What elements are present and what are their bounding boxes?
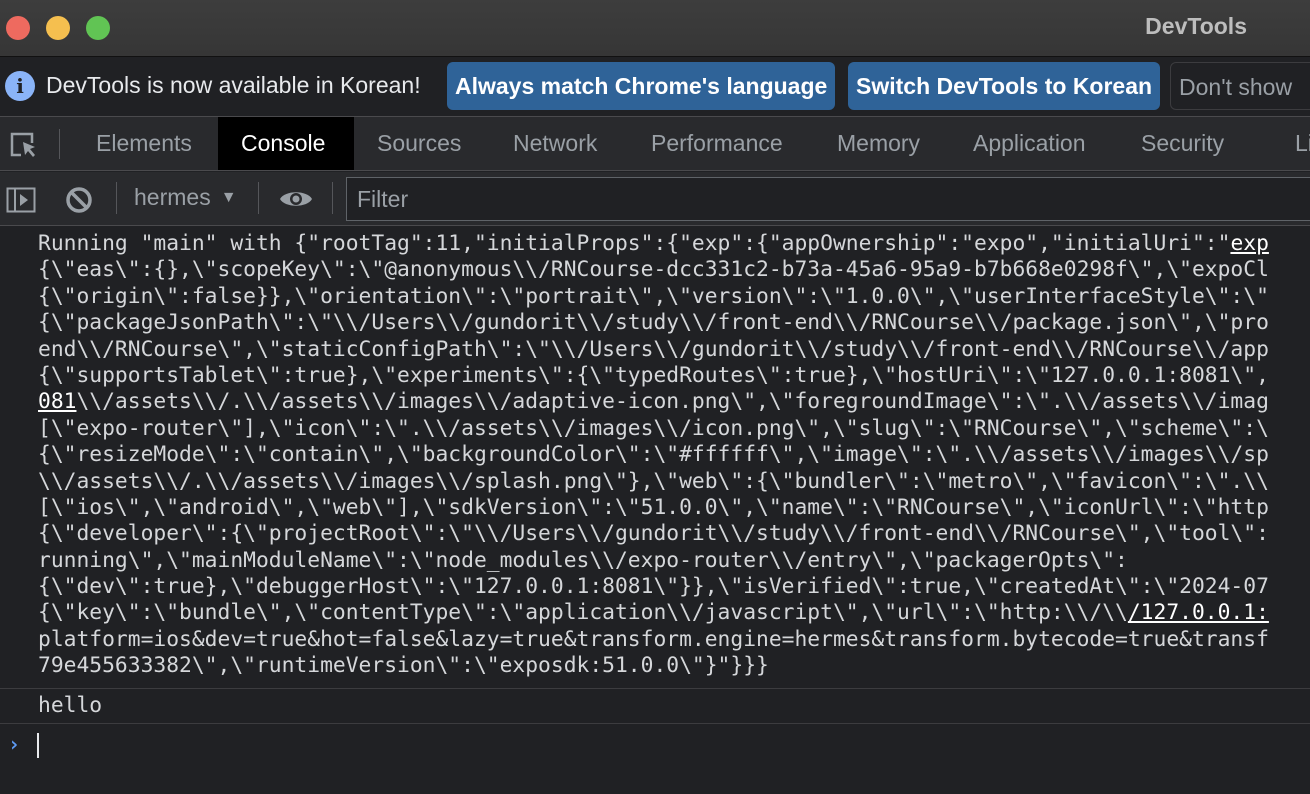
console-link[interactable]: /127.0.0.1:: [1128, 600, 1269, 625]
console-line: {\"resizeMode\":\"contain\",\"background…: [0, 442, 1310, 468]
tab-console[interactable]: Console: [218, 117, 354, 170]
console-text: 79e455633382\",\"runtimeVersion\":\"expo…: [38, 653, 769, 679]
console-message: hello: [0, 689, 1310, 724]
divider: [332, 182, 333, 214]
panel-tabs: Elements Console Sources Network Perform…: [0, 117, 1310, 171]
console-line: {\"dev\":true},\"debuggerHost\":\"127.0.…: [0, 574, 1310, 600]
console-text: \\/assets\\/.\\/assets\\/images\\/splash…: [38, 468, 1269, 494]
console-line: 79e455633382\",\"runtimeVersion\":\"expo…: [0, 653, 1310, 679]
console-line: platform=ios&dev=true&hot=false&lazy=tru…: [0, 627, 1310, 653]
console-line: {\"key\":\"bundle\",\"contentType\":\"ap…: [0, 600, 1310, 626]
chevron-right-icon: ›: [8, 732, 21, 756]
show-sidebar-icon[interactable]: [6, 187, 36, 213]
console-line: {\"supportsTablet\":true},\"experiments\…: [0, 363, 1310, 389]
console-text: {\"origin\":false}},\"orientation\":\"po…: [38, 283, 1269, 309]
console-text: running\",\"mainModuleName\":\"node_modu…: [38, 547, 1128, 573]
inspect-element-icon[interactable]: [9, 131, 39, 159]
console-text: {\"resizeMode\":\"contain\",\"background…: [38, 442, 1269, 468]
title-bar: DevTools: [0, 0, 1310, 57]
console-input[interactable]: [37, 733, 39, 758]
tab-security[interactable]: Security: [1141, 117, 1224, 170]
console-text: {\"supportsTablet\":true},\"experiments\…: [38, 362, 1269, 388]
tab-network[interactable]: Network: [513, 117, 597, 170]
infobar-message: DevTools is now available in Korean!: [46, 72, 421, 98]
tab-sources[interactable]: Sources: [377, 117, 461, 170]
console-line: end\\/RNCourse\",\"staticConfigPath\":\"…: [0, 337, 1310, 363]
window-title: DevTools: [1145, 13, 1247, 39]
console-line: \\/assets\\/.\\/assets\\/images\\/splash…: [0, 469, 1310, 495]
console-line: [\"ios\",\"android\",\"web\"],\"sdkVersi…: [0, 495, 1310, 521]
switch-to-korean-button[interactable]: Switch DevTools to Korean: [848, 62, 1161, 110]
console-line: 081\\/assets\\/.\\/assets\\/images\\/ada…: [0, 389, 1310, 415]
console-output: Running "main" with {"rootTag":11,"initi…: [0, 226, 1310, 794]
console-text: {\"dev\":true},\"debuggerHost\":\"127.0.…: [38, 574, 1269, 600]
minimize-window-button[interactable]: [46, 16, 70, 40]
console-line: [\"expo-router\"],\"icon\":\".\\/assets\…: [0, 416, 1310, 442]
console-text: [\"ios\",\"android\",\"web\"],\"sdkVersi…: [38, 494, 1269, 520]
close-window-button[interactable]: [6, 16, 30, 40]
console-text: \\/assets\\/.\\/assets\\/images\\/adapti…: [76, 389, 1269, 415]
console-toolbar: hermes ▼ Filter: [0, 172, 1310, 226]
context-label: hermes: [134, 184, 211, 210]
console-line: {\"origin\":false}},\"orientation\":\"po…: [0, 284, 1310, 310]
maximize-window-button[interactable]: [86, 16, 110, 40]
console-link[interactable]: 081: [38, 389, 76, 414]
language-infobar: i DevTools is now available in Korean! A…: [0, 57, 1310, 117]
console-message: Running "main" with {"rootTag":11,"initi…: [0, 231, 1310, 689]
console-line: running\",\"mainModuleName\":\"node_modu…: [0, 548, 1310, 574]
tab-lighthouse[interactable]: Lighthouse: [1295, 117, 1310, 170]
tab-elements[interactable]: Elements: [96, 117, 192, 170]
clear-console-icon[interactable]: [65, 186, 93, 214]
filter-input[interactable]: Filter: [346, 177, 1310, 221]
info-icon: i: [5, 71, 35, 101]
context-selector[interactable]: hermes ▼: [134, 184, 237, 211]
console-link[interactable]: exp: [1230, 231, 1268, 256]
divider: [258, 182, 259, 214]
dropdown-arrow-icon: ▼: [220, 189, 237, 206]
console-text: {\"eas\":{},\"scopeKey\":\"@anonymous\\/…: [38, 257, 1269, 283]
live-expression-eye-icon[interactable]: [279, 188, 313, 210]
dont-show-again-button[interactable]: Don't show: [1170, 62, 1310, 110]
tab-application[interactable]: Application: [973, 117, 1086, 170]
always-match-language-button[interactable]: Always match Chrome's language: [447, 62, 836, 110]
console-text: end\\/RNCourse\",\"staticConfigPath\":\"…: [38, 336, 1269, 362]
console-text: {\"developer\":{\"projectRoot\":\"\\/Use…: [38, 521, 1269, 547]
console-line: Running "main" with {"rootTag":11,"initi…: [0, 231, 1310, 257]
divider: [59, 129, 60, 159]
divider: [116, 182, 117, 214]
console-line: {\"developer\":{\"projectRoot\":\"\\/Use…: [0, 521, 1310, 547]
console-line: {\"eas\":{},\"scopeKey\":\"@anonymous\\/…: [0, 257, 1310, 283]
tab-performance[interactable]: Performance: [651, 117, 783, 170]
console-text: {\"packageJsonPath\":\"\\/Users\\/gundor…: [38, 310, 1269, 336]
console-text: [\"expo-router\"],\"icon\":\".\\/assets\…: [38, 415, 1269, 441]
tab-memory[interactable]: Memory: [837, 117, 920, 170]
console-text: Running "main" with {"rootTag":11,"initi…: [38, 231, 1231, 256]
console-text: {\"key\":\"bundle\",\"contentType\":\"ap…: [38, 600, 1128, 626]
console-text: platform=ios&dev=true&hot=false&lazy=tru…: [38, 626, 1269, 652]
console-line: {\"packageJsonPath\":\"\\/Users\\/gundor…: [0, 310, 1310, 336]
